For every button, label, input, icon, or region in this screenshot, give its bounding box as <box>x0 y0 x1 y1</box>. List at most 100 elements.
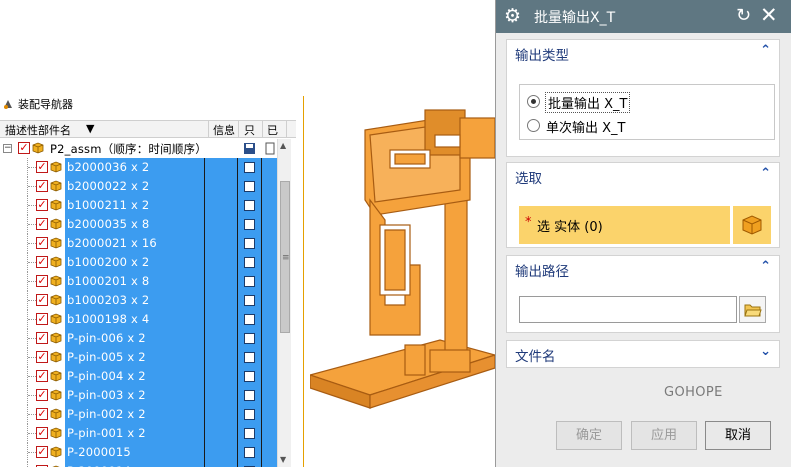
output-type-header[interactable]: 输出类型 <box>515 44 569 64</box>
column-divider <box>261 367 262 386</box>
cancel-button[interactable]: 取消 <box>705 421 771 450</box>
checkbox-icon[interactable]: ✓ <box>36 218 48 230</box>
tree-row[interactable]: ✓ P-pin-003 x 2 <box>0 386 277 405</box>
output-path-input[interactable] <box>519 296 737 323</box>
tree-row[interactable]: ✓ P-pin-001 x 2 <box>0 424 277 443</box>
checkbox-icon[interactable]: ✓ <box>36 256 48 268</box>
checkbox-icon[interactable]: ✓ <box>36 370 48 382</box>
readonly-icon <box>244 390 255 401</box>
tree-row[interactable]: ✓ P-pin-002 x 2 <box>0 405 277 424</box>
close-icon[interactable]: ✕ <box>760 3 778 27</box>
tree-row[interactable]: ✓ b2000036 x 2 <box>0 158 277 177</box>
checkbox-icon[interactable]: ✓ <box>36 180 48 192</box>
reset-icon[interactable]: ↻ <box>736 5 751 26</box>
column-divider <box>204 177 205 196</box>
select-header[interactable]: 选取 <box>515 167 542 187</box>
column-divider <box>237 158 238 177</box>
dialog-title-bar: ⚙ 批量输出X_T ↻ ✕ <box>496 0 791 33</box>
sort-dropdown-icon[interactable]: ▼ <box>86 122 94 135</box>
navigator-scrollbar[interactable]: ▲ ≡ ▼ <box>277 139 291 467</box>
screen: 装配导航器 描述性部件名 ▼ 信息 只 已 − ✓ P2_assm（顺序：时间顺… <box>0 0 791 467</box>
checkbox-icon[interactable]: ✓ <box>36 446 48 458</box>
column-readonly-header[interactable]: 只 <box>244 122 255 138</box>
ok-button[interactable]: 确定 <box>556 421 622 450</box>
checkbox-icon[interactable]: ✓ <box>36 199 48 211</box>
apply-button[interactable]: 应用 <box>631 421 697 450</box>
checkbox-icon[interactable]: ✓ <box>36 313 48 325</box>
radio-single[interactable] <box>527 119 540 132</box>
column-divider <box>261 462 262 467</box>
checkbox-icon[interactable]: ✓ <box>36 161 48 173</box>
column-divider <box>237 253 238 272</box>
checkbox-icon[interactable]: ✓ <box>36 294 48 306</box>
column-name-header[interactable]: 描述性部件名 <box>5 122 71 138</box>
tree-guide-line <box>28 414 36 415</box>
checkbox-icon[interactable]: ✓ <box>36 332 48 344</box>
checkbox-icon[interactable]: ✓ <box>36 408 48 420</box>
gear-icon[interactable]: ⚙ <box>504 6 521 26</box>
column-divider <box>204 405 205 424</box>
tree-row-label: b1000211 x 2 <box>67 198 150 212</box>
chevron-up-icon[interactable]: ⌃ <box>760 43 771 58</box>
column-divider <box>204 158 205 177</box>
tree-row-label: P-pin-005 x 2 <box>67 350 146 364</box>
browse-folder-button[interactable] <box>739 296 766 323</box>
option-single-label[interactable]: 单次输出 X_T <box>546 117 625 136</box>
column-info-header[interactable]: 信息 <box>213 122 235 138</box>
tree-guide-line <box>28 376 36 377</box>
scroll-up-icon[interactable]: ▲ <box>280 141 286 150</box>
model-viewport[interactable] <box>310 90 510 460</box>
chevron-up-icon[interactable]: ⌃ <box>760 259 771 274</box>
select-solid-button[interactable] <box>733 206 771 244</box>
select-object-field[interactable]: * 选 实体 (0) <box>519 206 730 244</box>
readonly-icon <box>244 352 255 363</box>
scroll-grip-icon: ≡ <box>282 253 290 263</box>
output-path-header[interactable]: 输出路径 <box>515 260 569 280</box>
tree-row[interactable]: ✓ P-2000015 <box>0 443 277 462</box>
filename-header[interactable]: 文件名 <box>515 345 556 365</box>
chevron-down-icon[interactable]: ⌄ <box>760 344 771 359</box>
column-modified-header[interactable]: 已 <box>267 122 278 138</box>
folder-open-icon <box>743 304 762 316</box>
column-divider <box>237 177 238 196</box>
tree-row[interactable]: ✓ b2000035 x 8 <box>0 215 277 234</box>
readonly-icon <box>244 447 255 458</box>
checkbox-icon[interactable]: ✓ <box>36 237 48 249</box>
scroll-down-icon[interactable]: ▼ <box>280 455 286 464</box>
checkbox-icon[interactable]: ✓ <box>36 351 48 363</box>
tree-row-label: b1000198 x 4 <box>67 312 150 326</box>
tree-row[interactable]: ✓ b1000198 x 4 <box>0 310 277 329</box>
checkbox-icon[interactable]: ✓ <box>36 427 48 439</box>
column-divider <box>261 253 262 272</box>
column-divider <box>237 462 238 467</box>
tree-root-row[interactable]: − ✓ P2_assm（顺序：时间顺序） <box>0 139 277 158</box>
tree-row-label: b2000022 x 2 <box>67 179 150 193</box>
tree-row[interactable]: ✓ b1000211 x 2 <box>0 196 277 215</box>
chevron-up-icon[interactable]: ⌃ <box>760 166 771 181</box>
tree-row-label: P-pin-001 x 2 <box>67 426 146 440</box>
checkbox-icon[interactable]: ✓ <box>36 389 48 401</box>
dialog-title: 批量输出X_T <box>534 10 616 26</box>
solid-cube-icon <box>742 215 762 235</box>
tree-row[interactable]: ✓ P-pin-005 x 2 <box>0 348 277 367</box>
tree-row[interactable]: ✓P-2000014 <box>0 462 277 467</box>
option-batch-label[interactable]: 批量输出 X_T <box>544 92 631 113</box>
collapse-icon[interactable]: − <box>3 144 12 153</box>
tree-row-label: b2000021 x 16 <box>67 236 157 250</box>
column-divider <box>261 291 262 310</box>
tree-row[interactable]: ✓ b2000022 x 2 <box>0 177 277 196</box>
tree-row[interactable]: ✓ P-pin-004 x 2 <box>0 367 277 386</box>
checkbox-icon[interactable]: ✓ <box>18 142 30 154</box>
checkbox-icon[interactable]: ✓ <box>36 275 48 287</box>
tree-row[interactable]: ✓ P-pin-006 x 2 <box>0 329 277 348</box>
column-divider <box>261 386 262 405</box>
tree-row[interactable]: ✓ b2000021 x 16 <box>0 234 277 253</box>
tree-row[interactable]: ✓ b1000201 x 8 <box>0 272 277 291</box>
tree-row[interactable]: ✓ b1000200 x 2 <box>0 253 277 272</box>
radio-batch[interactable] <box>527 95 540 108</box>
tree-guide-line <box>28 319 36 320</box>
column-divider <box>204 424 205 443</box>
navigator-title: 装配导航器 <box>2 96 73 112</box>
tree-row[interactable]: ✓ b1000203 x 2 <box>0 291 277 310</box>
column-divider <box>204 253 205 272</box>
